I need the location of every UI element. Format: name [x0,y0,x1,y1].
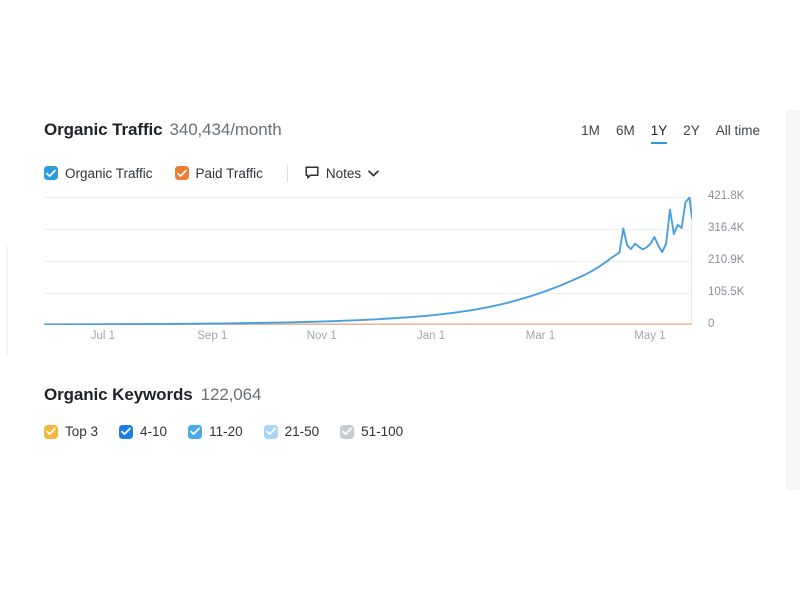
organic-keywords-heading: Organic Keywords 122,064 [44,385,760,405]
notes-label: Notes [325,165,362,181]
page-title: Organic Traffic [44,120,163,139]
x-axis-label: Jul 1 [90,330,116,342]
checkbox-top-3[interactable] [44,424,58,439]
checkbox-51-100[interactable] [340,424,355,439]
keywords-title: Organic Keywords [44,385,193,404]
page-gutter-left [6,246,8,356]
organic-traffic-heading: Organic Traffic 340,434/month [44,120,282,140]
x-axis-label: Mar 1 [525,330,556,342]
traffic-legend: Organic Traffic Paid Traffic Notes [44,163,760,183]
x-axis-label: Jan 1 [417,330,446,342]
chart-y-axis: 421.8K 316.4K 210.9K 105.5K 0 [708,190,768,330]
legend-divider [286,164,288,182]
note-bubble-icon [305,166,319,180]
y-axis-label: 316.4K [708,221,745,234]
time-range-1y[interactable]: 1Y [650,123,668,144]
checkbox-11-20[interactable] [188,424,203,439]
chart-x-axis: Jul 1 Sep 1 Nov 1 Jan 1 Mar 1 May 1 [44,330,692,350]
y-axis-label: 0 [708,318,715,330]
keyword-bucket-top-3[interactable]: Top 3 [44,424,98,439]
checkbox-organic-traffic[interactable] [44,166,58,180]
time-range-selector[interactable]: 1M 6M 1Y 2Y All time [581,123,760,144]
legend-item-organic-traffic[interactable]: Organic Traffic [44,166,153,181]
organic-keywords-section: Organic Keywords 122,064 Top 3 4-10 11-20 2… [44,385,760,439]
y-axis-label: 210.9K [708,254,745,266]
checkbox-21-50[interactable] [263,424,278,439]
checkbox-paid-traffic[interactable] [174,166,189,180]
x-axis-label: Sep 1 [197,330,228,342]
keyword-bucket-51-100[interactable]: 51-100 [340,424,403,439]
time-range-6m[interactable]: 6M [616,123,635,144]
keyword-bucket-4-10[interactable]: 4-10 [119,424,167,439]
time-range-1m[interactable]: 1M [581,123,600,144]
page-gutter-right [786,110,800,490]
x-axis-label: May 1 [634,330,666,342]
time-range-2y[interactable]: 2Y [683,123,700,144]
legend-label-organic-traffic: Organic Traffic [65,165,153,181]
keyword-bucket-11-20[interactable]: 11-20 [188,424,243,439]
notes-dropdown[interactable]: Notes [305,166,379,181]
keyword-label-11-20: 11-20 [209,424,243,439]
keyword-label-4-10: 4-10 [140,424,168,439]
organic-traffic-value: 340,434/month [169,120,282,139]
time-range-all-time[interactable]: All time [716,123,760,144]
traffic-chart[interactable]: 421.8K 316.4K 210.9K 105.5K 0 Jul 1 Sep 1 Nov … [44,190,760,350]
traffic-card: Organic Traffic 340,434/month 1M 6M 1Y 2Y Al… [44,120,760,439]
chevron-down-icon [368,169,379,177]
keyword-label-top-3: Top 3 [65,424,99,439]
checkbox-4-10[interactable] [119,424,134,439]
legend-label-paid-traffic: Paid Traffic [195,165,263,181]
chart-svg [44,197,692,325]
organic-traffic-panel: Organic Traffic 340,434/month 1M 6M 1Y 2Y Al… [0,0,800,600]
x-axis-label: Nov 1 [306,330,337,342]
keyword-bucket-21-50[interactable]: 21-50 [263,424,320,439]
keywords-value: 122,064 [200,385,262,404]
legend-item-paid-traffic[interactable]: Paid Traffic [174,165,263,181]
keyword-label-21-50: 21-50 [284,424,320,439]
keywords-legend: Top 3 4-10 11-20 21-50 51-100 [44,424,760,439]
keyword-label-51-100: 51-100 [361,424,404,439]
y-axis-label: 105.5K [708,285,745,298]
chart-plot-area[interactable] [44,197,692,325]
y-axis-label: 421.8K [708,190,745,202]
card-header: Organic Traffic 340,434/month 1M 6M 1Y 2Y Al… [44,120,760,146]
